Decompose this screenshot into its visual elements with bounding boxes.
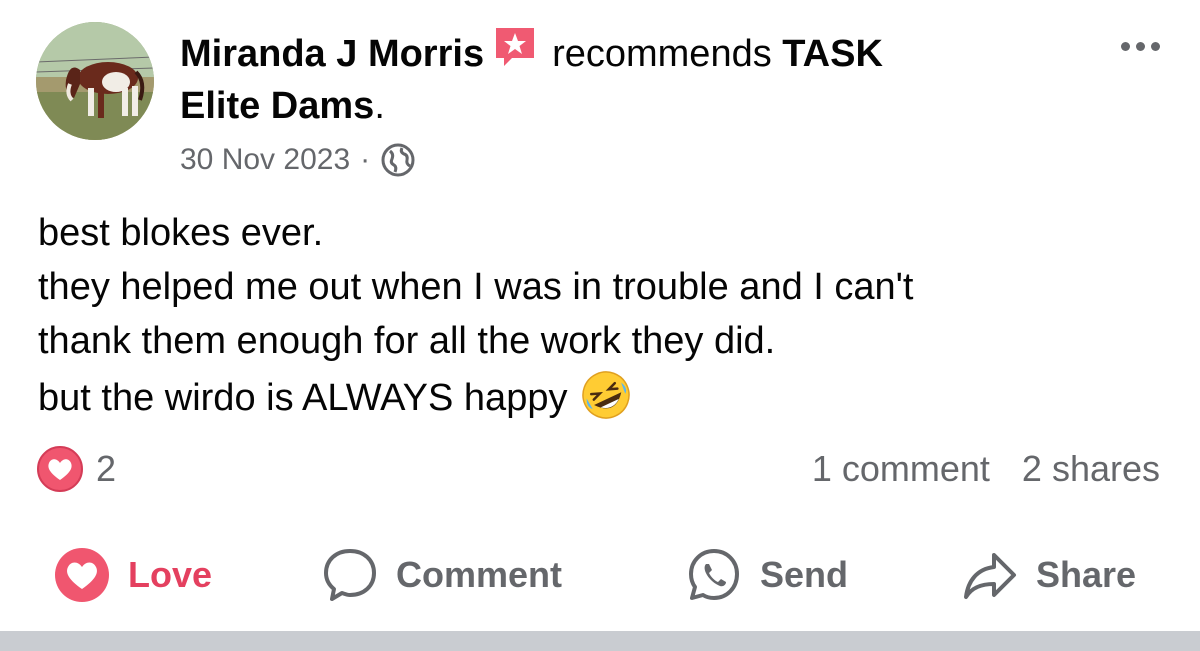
- share-arrow-icon: [964, 553, 1016, 599]
- post-line: best blokes ever.: [38, 212, 324, 254]
- love-button[interactable]: Love: [52, 545, 212, 605]
- post-meta: 30 Nov 2023 ·: [180, 140, 416, 180]
- post-header-line2: Elite Dams.: [180, 84, 385, 128]
- post-line-last: but the wirdo is ALWAYS happy: [38, 368, 1168, 425]
- post-card: Miranda J Morris recommends TASK Elite D…: [0, 0, 1200, 651]
- feed-divider: [0, 631, 1200, 651]
- page-name-part2[interactable]: Elite Dams: [180, 85, 374, 127]
- love-reaction-icon: [37, 446, 83, 492]
- send-label: Send: [760, 554, 849, 595]
- action-bar: Love Comment Send Share: [0, 540, 1200, 610]
- header-period: .: [374, 85, 385, 127]
- author-avatar[interactable]: [36, 22, 154, 140]
- comment-label: Comment: [396, 554, 563, 595]
- post-body: best blokes ever. they helped me out whe…: [38, 206, 1168, 425]
- post-stats: 2 1 comment 2 shares: [36, 444, 1160, 494]
- globe-icon: [380, 142, 416, 178]
- meta-separator: ·: [360, 143, 371, 176]
- page-name-part1[interactable]: TASK: [782, 33, 883, 75]
- more-dot-icon: [1121, 42, 1130, 51]
- comments-count[interactable]: 1 comment: [812, 448, 990, 490]
- more-dot-icon: [1151, 42, 1160, 51]
- post-line: thank them enough for all the work they …: [38, 320, 776, 362]
- post-line: but the wirdo is ALWAYS happy: [38, 377, 568, 419]
- author-name[interactable]: Miranda J Morris: [180, 33, 484, 75]
- comment-bubble-icon: [324, 549, 376, 601]
- stats-right: 1 comment 2 shares: [812, 448, 1160, 490]
- post-date[interactable]: 30 Nov 2023: [180, 140, 350, 180]
- recommend-star-icon: [492, 24, 538, 70]
- send-button[interactable]: Send: [684, 545, 848, 605]
- love-label: Love: [128, 554, 213, 595]
- recommends-verb: recommends: [552, 33, 772, 75]
- more-dot-icon: [1136, 42, 1145, 51]
- share-button[interactable]: Share: [960, 545, 1136, 605]
- share-label: Share: [1036, 554, 1137, 595]
- reaction-count: 2: [96, 448, 117, 489]
- rolling-on-floor-laughing-emoji-icon: [579, 368, 633, 422]
- post-header: Miranda J Morris recommends TASK: [180, 24, 883, 76]
- more-options-button[interactable]: [1121, 42, 1160, 51]
- whatsapp-icon: [689, 549, 739, 600]
- comment-button[interactable]: Comment: [320, 545, 562, 605]
- heart-icon: [55, 548, 109, 602]
- post-line: they helped me out when I was in trouble…: [38, 266, 914, 308]
- reaction-summary[interactable]: 2: [36, 445, 116, 493]
- shares-count[interactable]: 2 shares: [1022, 448, 1160, 490]
